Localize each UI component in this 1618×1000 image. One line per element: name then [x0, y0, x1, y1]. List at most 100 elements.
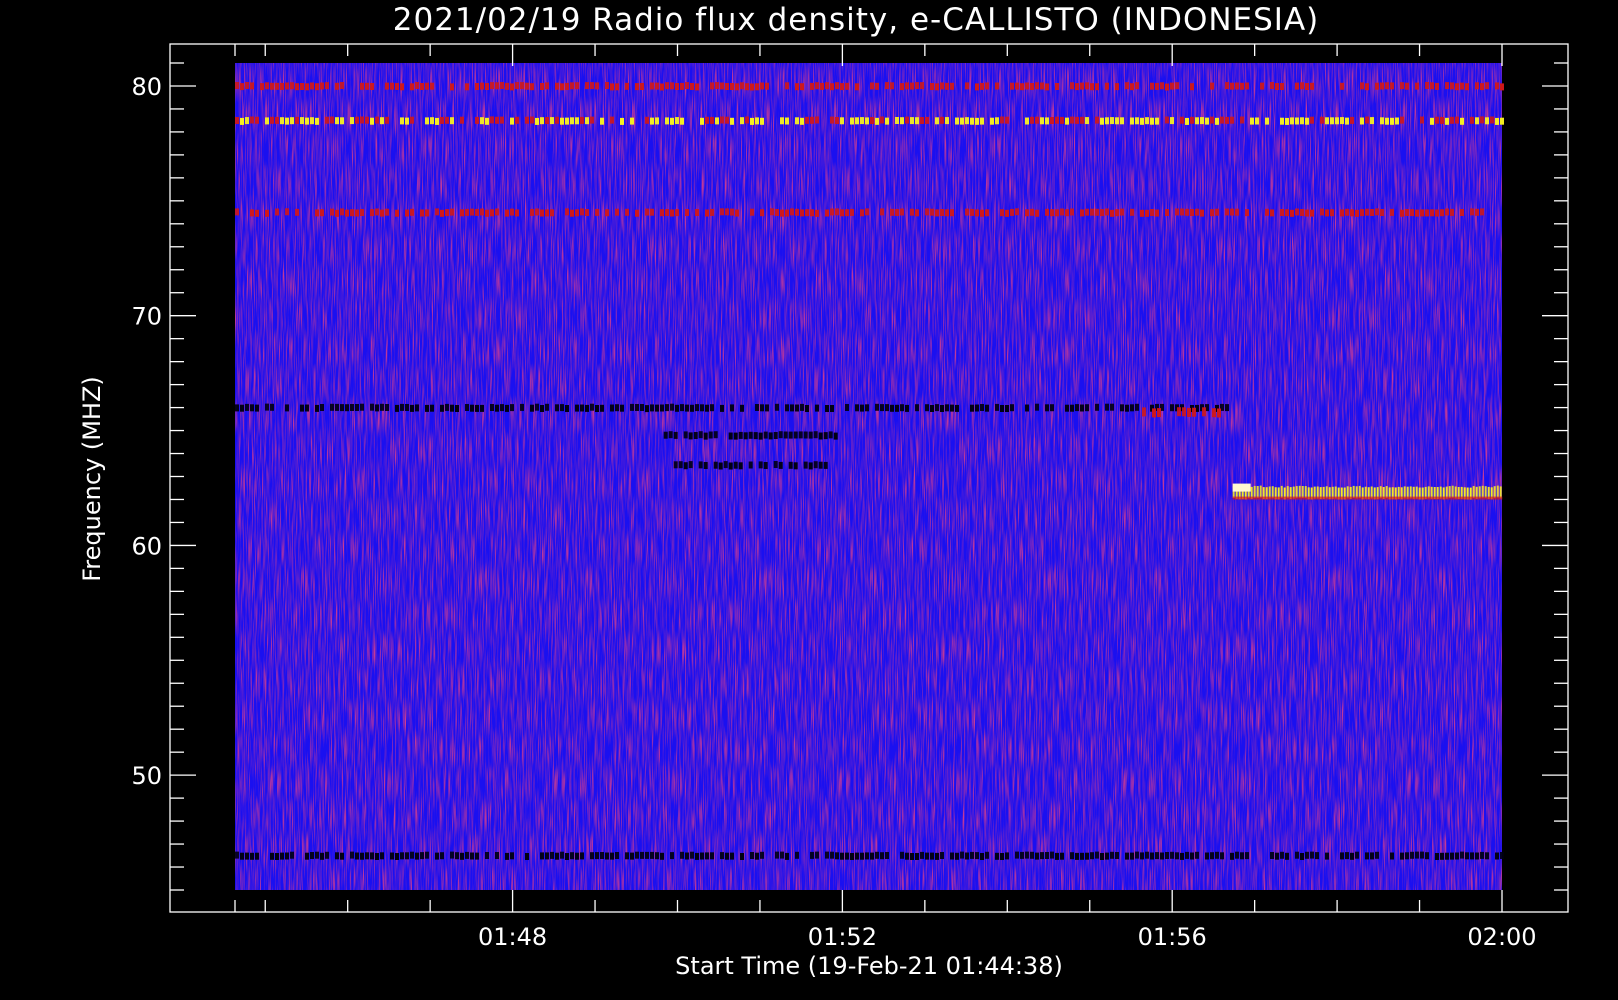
feature-segment — [995, 852, 999, 860]
feature-segment — [300, 404, 304, 412]
feature-segment — [515, 209, 519, 217]
feature-segment — [710, 208, 714, 216]
feature-segment — [1045, 852, 1049, 859]
feature-segment — [345, 209, 349, 217]
feature-segment — [875, 403, 879, 411]
feature-segment — [915, 117, 919, 125]
feature-segment — [1305, 83, 1309, 90]
feature-segment — [1285, 209, 1289, 217]
feature-segment — [1100, 853, 1104, 860]
feature-segment — [340, 208, 344, 216]
feature-segment — [980, 82, 984, 90]
feature-segment — [310, 82, 314, 90]
feature-segment — [1177, 407, 1181, 417]
feature-segment — [415, 404, 419, 412]
feature-segment — [365, 116, 369, 124]
feature-segment — [335, 209, 339, 217]
feature-segment — [715, 82, 719, 90]
feature-segment — [905, 116, 909, 124]
feature-segment — [1045, 83, 1049, 91]
feature-segment — [595, 405, 599, 412]
feature-segment — [505, 404, 509, 412]
x-tick-label: 01:48 — [478, 923, 547, 951]
feature-segment — [470, 208, 474, 216]
feature-segment — [1110, 403, 1114, 411]
feature-segment — [800, 117, 804, 125]
feature-segment — [803, 461, 808, 469]
feature-segment — [1145, 117, 1149, 125]
feature-segment — [330, 208, 334, 216]
feature-segment — [655, 852, 659, 860]
feature-segment — [1165, 83, 1169, 91]
feature-segment — [1410, 851, 1414, 859]
feature-segment — [340, 82, 344, 89]
feature-segment — [480, 208, 484, 216]
feature-segment — [780, 851, 784, 859]
feature-segment — [410, 83, 414, 91]
feature-segment — [1365, 852, 1369, 860]
feature-segment — [1275, 852, 1279, 860]
feature-segment — [450, 208, 454, 216]
feature-segment — [1301, 486, 1304, 498]
feature-segment — [720, 82, 724, 90]
feature-segment — [1150, 117, 1154, 125]
feature-segment — [1245, 209, 1249, 217]
feature-segment — [1379, 486, 1382, 499]
feature-segment — [340, 404, 344, 412]
feature-segment — [1271, 486, 1274, 499]
feature-segment — [1025, 404, 1029, 412]
feature-segment — [445, 403, 449, 411]
feature-segment — [663, 431, 668, 439]
feature-segment — [773, 461, 778, 468]
feature-segment — [850, 117, 854, 125]
feature-segment — [645, 405, 649, 413]
feature-segment — [305, 83, 309, 91]
feature-segment — [380, 852, 384, 860]
feature-segment — [265, 117, 269, 125]
feature-segment — [1080, 209, 1084, 217]
feature-segment — [750, 117, 754, 125]
feature-segment — [1110, 209, 1114, 217]
feature-segment — [365, 852, 369, 860]
feature-segment — [875, 82, 879, 90]
feature-segment — [245, 82, 249, 89]
feature-segment — [1025, 209, 1029, 217]
feature-segment — [490, 116, 494, 124]
feature-segment — [1295, 486, 1298, 499]
feature-segment — [818, 461, 823, 469]
feature-segment — [955, 117, 959, 125]
feature-segment — [370, 117, 374, 125]
feature-segment — [1150, 82, 1154, 90]
feature-segment — [620, 117, 624, 125]
feature-segment — [1190, 852, 1194, 860]
feature-segment — [1305, 117, 1309, 125]
feature-segment — [890, 404, 894, 412]
feature-segment — [995, 82, 999, 90]
feature-segment — [370, 852, 374, 860]
feature-segment — [260, 83, 264, 91]
feature-segment — [1095, 208, 1099, 216]
feature-segment — [1460, 82, 1464, 90]
feature-segment — [640, 851, 644, 859]
feature-segment — [688, 432, 693, 440]
feature-segment — [995, 117, 999, 125]
feature-segment — [1375, 851, 1379, 859]
feature-segment — [860, 117, 864, 125]
feature-segment — [630, 852, 634, 860]
feature-segment — [1450, 82, 1454, 90]
feature-segment — [460, 209, 464, 217]
feature-segment — [895, 404, 899, 412]
feature-segment — [875, 117, 879, 125]
feature-segment — [305, 117, 309, 125]
feature-segment — [1298, 485, 1301, 498]
feature-segment — [245, 403, 249, 411]
feature-segment — [1355, 851, 1359, 859]
feature-segment — [790, 404, 794, 412]
feature-segment — [1100, 117, 1104, 125]
feature-segment — [785, 117, 789, 125]
feature-segment — [545, 209, 549, 217]
feature-segment — [825, 851, 829, 859]
feature-segment — [430, 82, 434, 90]
feature-segment — [1050, 209, 1054, 217]
feature-segment — [570, 117, 574, 125]
